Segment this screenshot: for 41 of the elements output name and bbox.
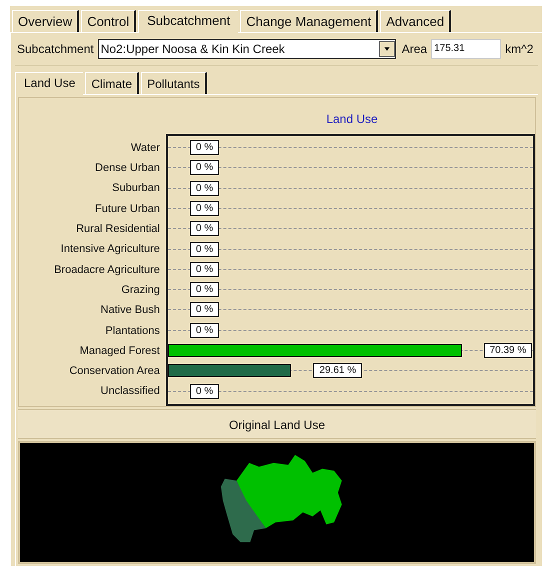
- category-label: Future Urban: [95, 202, 161, 217]
- value-label: 0 %: [190, 200, 220, 216]
- area-label: Area: [402, 41, 428, 58]
- value-label: 0 %: [190, 242, 220, 256]
- category-label: Native Bush: [100, 303, 161, 318]
- value-label: 29.61 %: [313, 363, 362, 378]
- tab[interactable]: Pollutants: [141, 72, 207, 94]
- subcatchment-dropdown[interactable]: No2:Upper Noosa & Kin Kin Creek: [98, 39, 396, 59]
- value-label: 0 %: [190, 384, 220, 399]
- subcatchment-label: Subcatchment: [17, 41, 94, 58]
- section-header: Original Land Use: [18, 409, 536, 439]
- tab[interactable]: Change Management: [240, 10, 378, 32]
- value-label: 0 %: [190, 262, 220, 277]
- unit-label: km^2: [505, 41, 534, 58]
- category-label: Conservation Area: [69, 364, 161, 380]
- category-label: Water: [130, 140, 161, 156]
- value-label: 0 %: [190, 322, 220, 338]
- value-label: 0 %: [190, 221, 220, 236]
- category-label: Rural Residential: [76, 222, 161, 238]
- category-label: Suburban: [112, 181, 161, 196]
- tab[interactable]: Subcatchment: [138, 10, 238, 33]
- value-label: 0 %: [190, 140, 220, 155]
- category-label: Broadacre Agriculture: [54, 262, 161, 278]
- category-label: Managed Forest: [80, 344, 161, 359]
- category-label: Intensive Agriculture: [60, 242, 161, 258]
- tab[interactable]: Land Use: [15, 72, 84, 95]
- category-label: Plantations: [105, 324, 161, 339]
- tab[interactable]: Climate: [85, 72, 140, 94]
- category-label: Unclassified: [100, 384, 161, 400]
- value-label: 70.39 %: [484, 343, 532, 358]
- value-label: 0 %: [190, 160, 220, 176]
- tab[interactable]: Advanced: [380, 10, 452, 32]
- category-label: Grazing: [121, 282, 161, 298]
- value-label: 0 %: [190, 282, 220, 298]
- area-field[interactable]: 175.31: [431, 39, 502, 59]
- chart-title: Land Use: [325, 111, 379, 128]
- value-label: 0 %: [190, 302, 220, 318]
- tab[interactable]: Overview: [12, 10, 80, 32]
- value-label: 0 %: [190, 180, 220, 196]
- category-label: Dense Urban: [95, 161, 161, 176]
- tab[interactable]: Control: [81, 10, 136, 32]
